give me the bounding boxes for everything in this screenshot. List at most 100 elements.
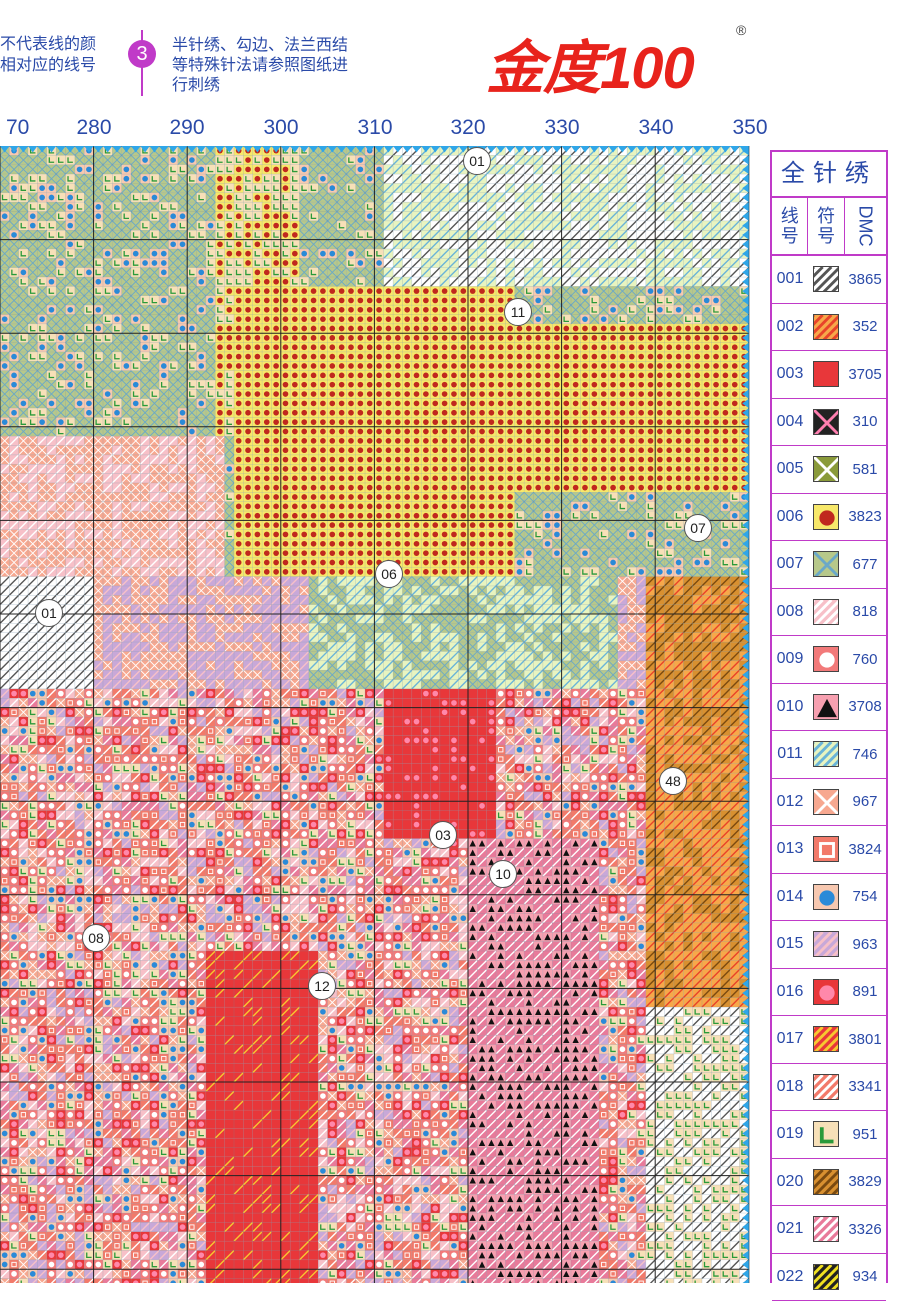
legend-swatch-cell	[808, 789, 844, 815]
legend-row: 011746	[772, 731, 886, 779]
legend-thread-number: 014	[772, 888, 808, 906]
legend-swatch-icon	[813, 551, 839, 577]
legend-swatch-cell	[808, 741, 844, 767]
legend-thread-number: 001	[772, 270, 808, 288]
legend-swatch-icon	[813, 1026, 839, 1052]
column-scale: 70280290300310320330340350	[0, 112, 770, 146]
note-number-badge: 3	[128, 40, 156, 68]
legend-row: 020 3829	[772, 1159, 886, 1207]
legend-dmc-code: 3708	[844, 698, 886, 715]
column-number: 320	[450, 116, 485, 140]
legend-dmc-code: 310	[844, 413, 886, 430]
legend-row: 0173801	[772, 1016, 886, 1064]
legend-dmc-code: 3865	[844, 271, 886, 288]
legend-row: 002352	[772, 304, 886, 352]
legend-thread-number: 005	[772, 460, 808, 478]
legend-dmc-code: 951	[844, 1126, 886, 1143]
region-label: 07	[684, 514, 712, 542]
legend-dmc-code: 3823	[844, 508, 886, 525]
region-label: 11	[504, 298, 532, 326]
legend-swatch-cell	[808, 694, 844, 720]
legend-swatch-cell	[808, 504, 844, 530]
legend-swatch-icon	[813, 931, 839, 957]
legend-swatch-cell	[808, 1121, 844, 1147]
legend-swatch-cell	[808, 599, 844, 625]
legend-swatch-cell	[808, 409, 844, 435]
legend-dmc-code: 963	[844, 936, 886, 953]
legend-row: 019 951	[772, 1111, 886, 1159]
legend-swatch-cell	[808, 1074, 844, 1100]
legend-dmc-code: 3829	[844, 1173, 886, 1190]
note-left-line: 不代表线的颜	[0, 34, 96, 55]
column-number: 340	[638, 116, 673, 140]
color-legend: 全针绣 线号 符号 DMC 00138650023520033705004310…	[770, 150, 888, 1283]
note-left-line: 相对应的线号	[0, 55, 96, 76]
legend-head-dmc-text: DMC	[855, 206, 875, 247]
legend-swatch-cell	[808, 1264, 844, 1290]
legend-swatch-icon	[813, 1216, 839, 1242]
legend-row: 007677	[772, 541, 886, 589]
legend-dmc-code: 760	[844, 651, 886, 668]
legend-header: 线号 符号 DMC	[772, 198, 886, 256]
legend-swatch-cell	[808, 646, 844, 672]
legend-swatch-icon	[813, 504, 839, 530]
legend-swatch-cell	[808, 931, 844, 957]
notes-left: 不代表线的颜 相对应的线号	[0, 34, 96, 76]
legend-dmc-code: 818	[844, 603, 886, 620]
legend-thread-number: 021	[772, 1220, 808, 1238]
region-label: 08	[82, 924, 110, 952]
legend-dmc-code: 3341	[844, 1078, 886, 1095]
column-number: 330	[544, 116, 579, 140]
legend-swatch-icon	[813, 266, 839, 292]
legend-dmc-code: 3705	[844, 366, 886, 383]
legend-row: 004 310	[772, 399, 886, 447]
legend-swatch-cell	[808, 1169, 844, 1195]
column-number: 300	[263, 116, 298, 140]
legend-dmc-code: 967	[844, 793, 886, 810]
legend-swatch-icon	[813, 456, 839, 482]
legend-thread-number: 008	[772, 603, 808, 621]
region-label: 06	[375, 560, 403, 588]
legend-row: 0103708	[772, 684, 886, 732]
legend-swatch-icon	[813, 694, 839, 720]
legend-row: 008 818	[772, 589, 886, 637]
notes-right: 半针绣、勾边、法兰西结 等特殊针法请参照图纸进 行刺绣	[172, 36, 348, 96]
legend-dmc-code: 3801	[844, 1031, 886, 1048]
legend-swatch-icon	[813, 409, 839, 435]
legend-thread-number: 019	[772, 1125, 808, 1143]
legend-swatch-cell	[808, 1216, 844, 1242]
legend-dmc-code: 352	[844, 318, 886, 335]
legend-swatch-cell	[808, 314, 844, 340]
legend-row: 012967	[772, 779, 886, 827]
note-right-line: 半针绣、勾边、法兰西结	[172, 36, 348, 56]
legend-row: 022934	[772, 1254, 886, 1301]
legend-row: 0133824	[772, 826, 886, 874]
legend-dmc-code: 3824	[844, 841, 886, 858]
legend-row: 005581	[772, 446, 886, 494]
legend-row: 016891	[772, 969, 886, 1017]
column-number: 350	[732, 116, 767, 140]
legend-thread-number: 022	[772, 1268, 808, 1286]
legend-swatch-icon	[813, 836, 839, 862]
registered-mark: ®	[736, 22, 746, 38]
legend-swatch-icon	[813, 884, 839, 910]
legend-swatch-icon	[813, 1169, 839, 1195]
region-label: 01	[35, 599, 63, 627]
legend-row: 009 760	[772, 636, 886, 684]
legend-swatch-icon	[813, 789, 839, 815]
legend-thread-number: 018	[772, 1078, 808, 1096]
legend-thread-number: 004	[772, 413, 808, 431]
legend-swatch-cell	[808, 884, 844, 910]
legend-thread-number: 009	[772, 650, 808, 668]
legend-swatch-cell	[808, 836, 844, 862]
legend-row: 014754	[772, 874, 886, 922]
legend-dmc-code: 3326	[844, 1221, 886, 1238]
region-label: 48	[659, 767, 687, 795]
legend-rows: 0013865002352003370500431000558100638230…	[772, 256, 886, 1301]
legend-thread-number: 020	[772, 1173, 808, 1191]
legend-swatch-icon	[813, 646, 839, 672]
legend-title: 全针绣	[772, 152, 886, 198]
column-number: 310	[357, 116, 392, 140]
column-number: 280	[76, 116, 111, 140]
brand-logo: 金度100	[486, 38, 694, 100]
